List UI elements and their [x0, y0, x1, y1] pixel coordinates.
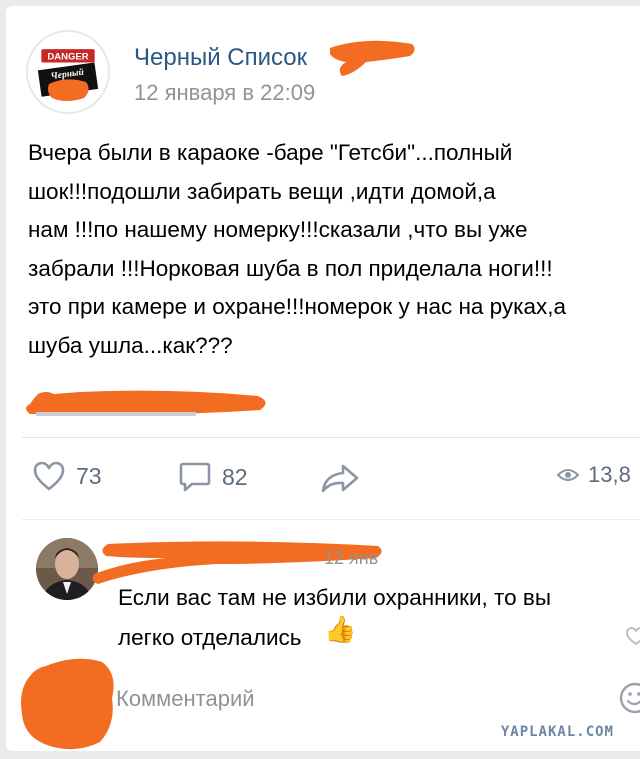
redaction-mark — [26, 390, 266, 416]
comment-count: 82 — [222, 463, 248, 490]
comment-like-heart-icon[interactable] — [626, 626, 640, 646]
comment-text: Если вас там не избили охранники, то вы … — [118, 585, 551, 650]
group-avatar[interactable]: DANGER Черный Список — [26, 30, 110, 114]
redaction-mark — [21, 658, 114, 750]
like-button[interactable]: 73 — [32, 460, 102, 492]
post-date[interactable]: 12 января в 22:09 — [134, 80, 315, 106]
post-card: DANGER Черный Список Черный Список 12 ян… — [6, 6, 640, 751]
eye-icon — [556, 469, 580, 481]
user-photo-icon — [36, 538, 98, 600]
comment-icon — [179, 462, 211, 492]
svg-text:DANGER: DANGER — [47, 52, 88, 63]
post-author[interactable]: Черный Список — [134, 44, 307, 72]
like-count: 73 — [76, 462, 102, 489]
share-icon — [321, 464, 359, 493]
comment-time[interactable]: 12 янв — [324, 548, 378, 569]
views-counter: 13,8 — [556, 462, 631, 488]
share-button[interactable] — [320, 462, 360, 494]
divider — [22, 519, 640, 520]
thumbs-up-emoji-icon: 👍 — [324, 614, 357, 644]
heart-icon — [33, 461, 65, 491]
watermark: YAPLAKAL.COM — [500, 724, 614, 740]
group-logo-icon: DANGER Черный Список — [29, 33, 107, 111]
view-count: 13,8 — [588, 462, 631, 487]
emoji-smile-icon[interactable] — [618, 681, 640, 715]
commenter-avatar[interactable] — [36, 538, 98, 600]
comment-input[interactable]: Комментарий — [116, 686, 255, 712]
post-text: Вчера были в караоке -баре "Гетсби"...по… — [28, 140, 567, 358]
redaction-mark — [330, 40, 415, 76]
comment-button[interactable]: 82 — [178, 460, 248, 494]
divider — [22, 437, 640, 438]
